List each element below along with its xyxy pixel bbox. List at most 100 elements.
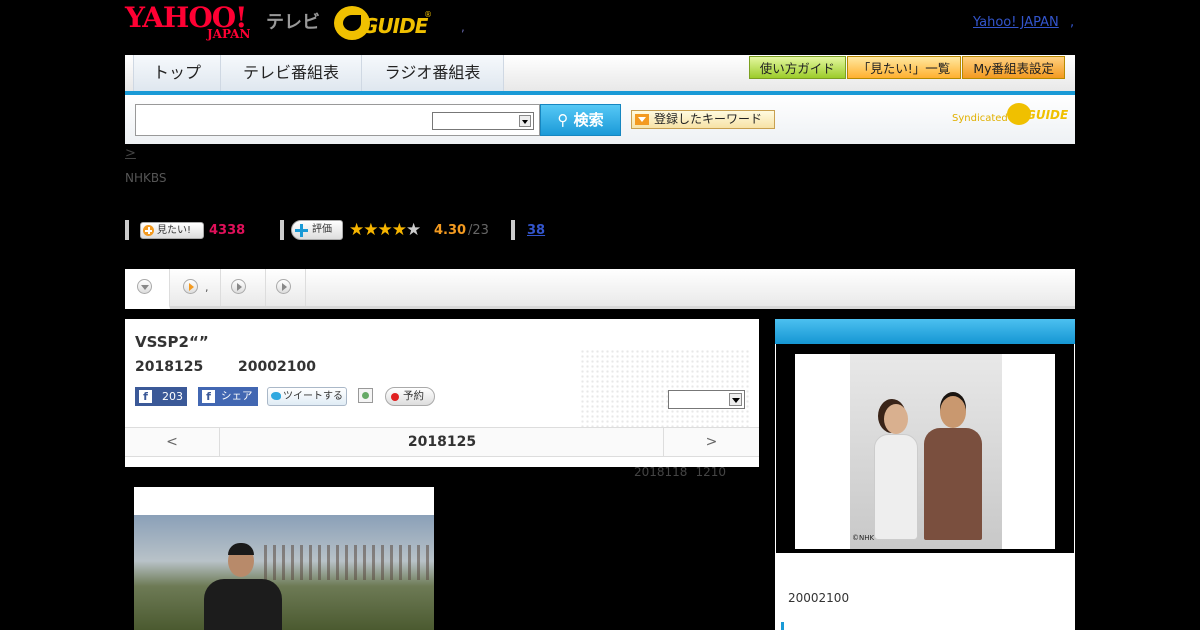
my-listings-settings-button[interactable]: My番組表設定 (962, 56, 1065, 79)
last-updated: 2018118 1210 (634, 465, 734, 479)
updated-date: 2018118 (634, 465, 688, 479)
photo-credit: ©NHK (852, 534, 875, 542)
syndicated-gguide-logo: Syndicated GUIDE (952, 103, 1069, 127)
usage-guide-button[interactable]: 使い方ガイド (748, 56, 846, 79)
circle-play-icon (276, 279, 291, 294)
japan-logo-text: JAPAN (207, 27, 251, 41)
want-to-watch-count: 4338 (209, 223, 246, 238)
element (228, 543, 254, 555)
rate-button[interactable]: 評価 (291, 220, 343, 240)
tweet-button[interactable]: ツイートする (267, 387, 347, 406)
nav-tab-top[interactable]: トップ (133, 55, 221, 91)
sidebar-header (775, 319, 1075, 344)
star-icon: ★ (377, 220, 393, 240)
next-day-button[interactable]: > (663, 428, 759, 456)
sidebar-air-time: 20002100 (788, 591, 850, 605)
tv-label[interactable]: テレビ (266, 8, 320, 34)
review-count-link[interactable]: 38 (527, 223, 545, 238)
program-option-select[interactable] (668, 390, 745, 409)
yahoo-japan-logo[interactable]: YAHOO! JAPAN (125, 4, 265, 44)
search-bar: ⚲ 検索 登録したキーワード Syndicated GUIDE (125, 95, 1075, 144)
header-separator: , (461, 20, 465, 34)
tab-overview[interactable] (125, 269, 170, 309)
rating-value: 4.30 (434, 223, 467, 238)
element (884, 404, 908, 434)
twitter-bird-icon (271, 392, 281, 400)
trees-background (264, 545, 434, 580)
reserve-label: 予約 (403, 390, 424, 402)
current-date: 2018125 (407, 434, 477, 450)
circle-play-orange-icon (183, 279, 198, 294)
add-calendar-icon[interactable] (358, 388, 373, 403)
nav-tab-tv-listings[interactable]: テレビ番組表 (220, 55, 362, 91)
program-panel: VSSP2“” 2018125 20002100 f 203 f シェア ツイー… (125, 319, 759, 467)
chevron-down-icon (729, 393, 742, 406)
program-image (134, 515, 434, 630)
star-empty-icon: ★ (406, 220, 421, 240)
star-icon: ★ (363, 220, 378, 240)
facebook-like-button[interactable]: f 203 (135, 387, 187, 406)
header-trailing-mark: , (1070, 15, 1075, 30)
want-to-watch-label: 見たい! (157, 225, 192, 236)
star-rating: ★★★★★ (349, 220, 421, 240)
circle-down-icon (137, 279, 152, 294)
syndicated-logo-text: GUIDE (1026, 108, 1069, 122)
search-icon: ⚲ (557, 111, 569, 129)
facebook-icon: f (139, 390, 152, 403)
hosts-photo[interactable]: ©NHK (776, 344, 1074, 553)
tab-third[interactable] (221, 269, 266, 306)
program-time: 20002100 (238, 359, 316, 375)
program-thumbnail[interactable] (134, 487, 434, 630)
plus-icon (143, 225, 154, 236)
divider (511, 220, 515, 240)
yahoo-japan-link[interactable]: Yahoo! JAPAN (973, 15, 1059, 30)
circle-play-icon (231, 279, 246, 294)
facebook-share-button[interactable]: f シェア (198, 387, 258, 406)
element (874, 434, 918, 540)
search-button[interactable]: ⚲ 検索 (540, 104, 621, 136)
tab-second[interactable]: , (170, 269, 221, 306)
previous-day-button[interactable]: < (125, 428, 220, 456)
main-nav: トップ テレビ番組表 ラジオ番組表 使い方ガイド 「見たい!」一覧 My番組表設… (125, 55, 1075, 95)
channel-name: NHKBS (125, 171, 167, 185)
star-icon: ★ (349, 220, 364, 240)
tab-label: , (205, 281, 209, 294)
breadcrumb: > (125, 146, 136, 161)
page: YAHOO! JAPAN テレビ GUIDE ® , Yahoo! JAPAN … (0, 0, 1200, 630)
updated-time: 1210 (695, 465, 726, 479)
presenter-figure (204, 543, 284, 630)
element (924, 428, 982, 540)
host-woman (874, 404, 920, 540)
chevron-down-icon (519, 115, 531, 127)
date-pager: < 2018125 > (125, 427, 759, 457)
plus-icon (295, 224, 308, 237)
watch-list-button[interactable]: 「見たい!」一覧 (846, 56, 962, 79)
nav-tab-radio-listings[interactable]: ラジオ番組表 (361, 55, 504, 91)
gguide-logo[interactable]: GUIDE ® (334, 6, 434, 42)
want-to-watch-button[interactable]: 見たい! (140, 222, 204, 239)
tab-fourth[interactable] (266, 269, 306, 306)
tweet-label: ツイートする (283, 391, 343, 402)
search-category-select[interactable] (432, 112, 534, 130)
host-man (924, 396, 982, 540)
reserve-button[interactable]: 予約 (385, 387, 435, 406)
element (204, 579, 282, 630)
sidebar-panel: ©NHK 20002100 (775, 319, 1075, 630)
saved-keywords-button[interactable]: 登録したキーワード (631, 110, 775, 129)
program-title: VSSP2“” (135, 333, 209, 351)
facebook-like-count: 203 (162, 390, 183, 403)
saved-keywords-label: 登録したキーワード (654, 112, 763, 126)
program-tabs: , (125, 269, 1075, 309)
divider (280, 220, 284, 240)
facebook-share-label: シェア (221, 390, 253, 402)
gguide-logo-text: GUIDE (362, 14, 428, 38)
nav-buttons: 使い方ガイド 「見たい!」一覧 My番組表設定 (748, 56, 1065, 79)
rating-count: /23 (468, 223, 489, 238)
syndicated-text: Syndicated (952, 113, 1008, 124)
dropdown-icon (635, 114, 649, 125)
rate-label: 評価 (312, 224, 332, 235)
breadcrumb-link[interactable]: > (125, 146, 136, 161)
record-dot-icon (391, 393, 399, 401)
element (940, 396, 966, 428)
divider (125, 220, 129, 240)
